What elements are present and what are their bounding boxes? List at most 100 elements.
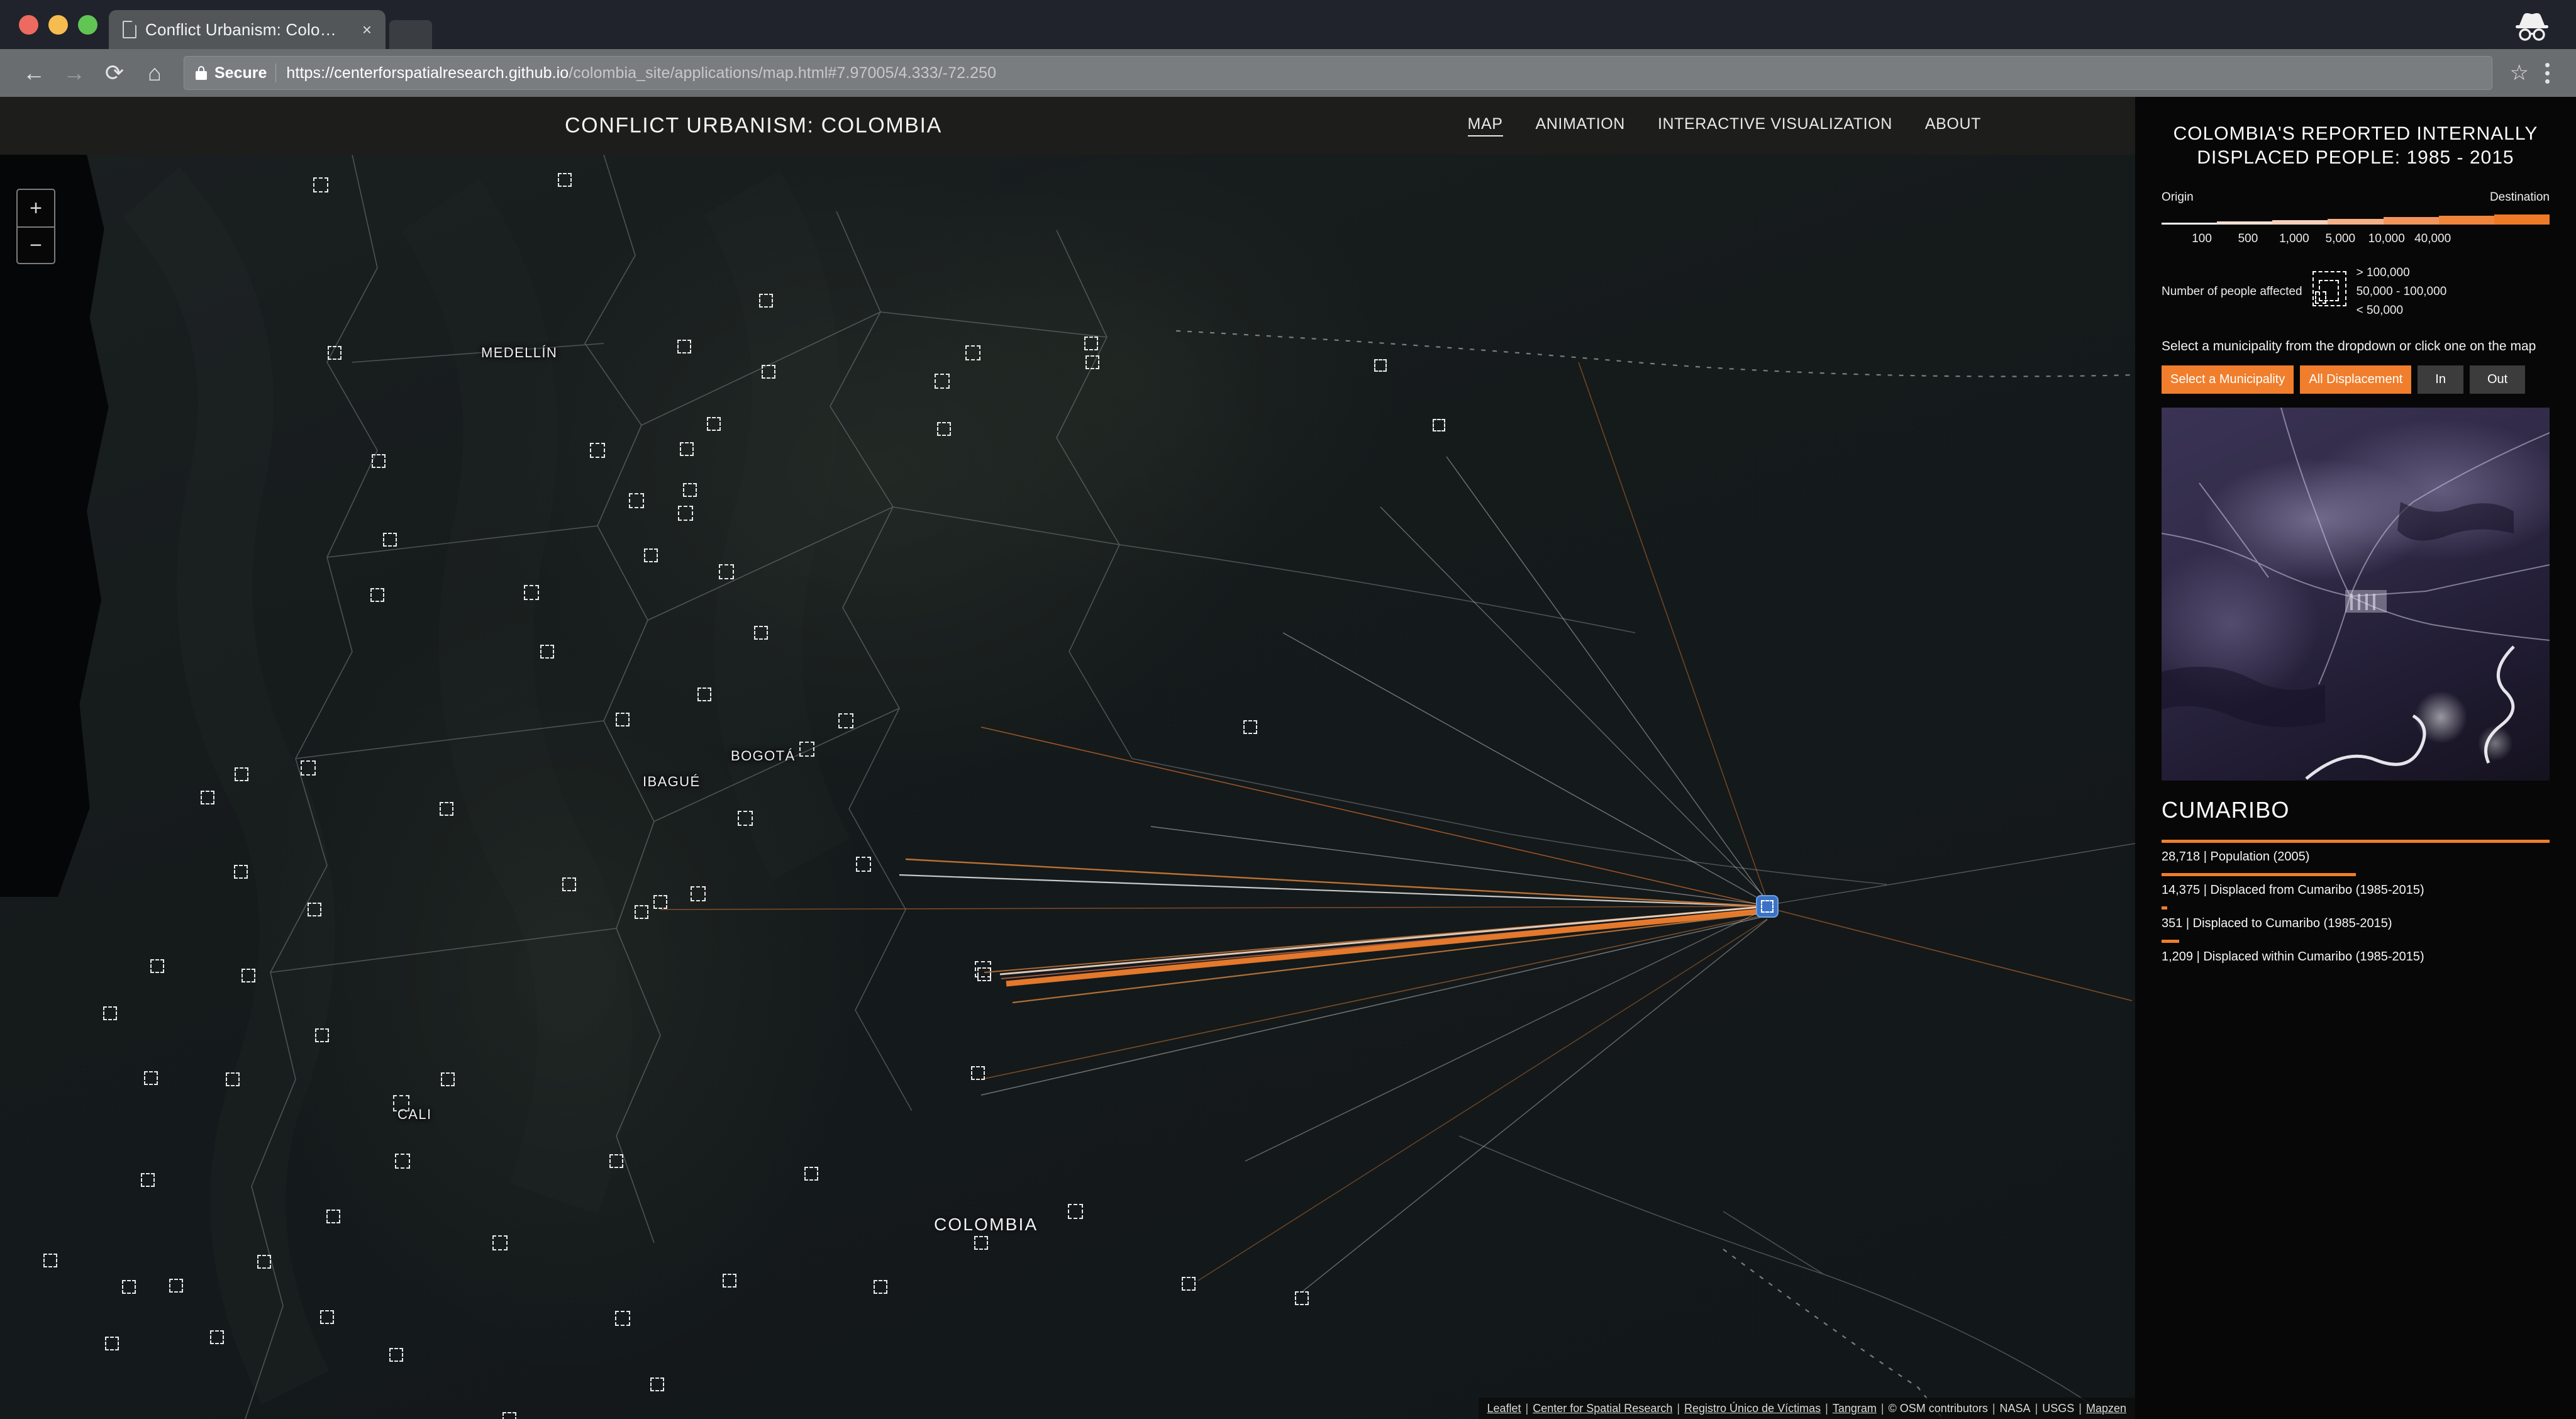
municipality-marker[interactable] xyxy=(759,294,773,308)
municipality-marker[interactable] xyxy=(937,422,951,436)
municipality-marker[interactable] xyxy=(242,969,255,982)
municipality-marker[interactable] xyxy=(328,346,341,360)
municipality-marker[interactable] xyxy=(644,548,658,562)
map-zoom-controls[interactable]: + − xyxy=(16,189,55,264)
close-window-button[interactable] xyxy=(19,14,38,35)
new-tab-button[interactable] xyxy=(389,20,432,49)
nav-item-interactive-visualization[interactable]: INTERACTIVE VISUALIZATION xyxy=(1658,115,1892,136)
municipality-marker[interactable] xyxy=(1433,419,1445,431)
municipality-marker[interactable] xyxy=(653,895,667,909)
municipality-marker[interactable] xyxy=(754,626,768,640)
municipality-marker[interactable] xyxy=(677,340,691,353)
attribution-link-leaflet[interactable]: Leaflet xyxy=(1487,1402,1521,1415)
municipality-marker[interactable] xyxy=(150,959,164,973)
municipality-marker[interactable] xyxy=(635,905,648,919)
minimize-window-button[interactable] xyxy=(48,14,68,35)
municipality-marker[interactable] xyxy=(524,585,539,600)
municipality-marker[interactable] xyxy=(971,1066,985,1080)
address-bar[interactable]: Secure https://centerforspatialresearch.… xyxy=(184,56,2492,90)
municipality-marker[interactable] xyxy=(315,1028,329,1042)
municipality-marker[interactable] xyxy=(440,802,453,816)
municipality-marker[interactable] xyxy=(122,1280,136,1294)
zoom-in-button[interactable]: + xyxy=(18,190,54,226)
map-canvas[interactable]: + − MEDELLÍN BOGOTÁ IBAGUÉ CALI COLOMBIA… xyxy=(0,155,2135,1419)
municipality-marker[interactable] xyxy=(1068,1204,1083,1219)
municipality-marker[interactable] xyxy=(965,345,980,360)
municipality-marker[interactable] xyxy=(874,1280,887,1294)
select-municipality-dropdown[interactable]: Select a Municipality xyxy=(2162,365,2294,394)
municipality-marker[interactable] xyxy=(370,588,384,602)
forward-button[interactable]: → xyxy=(54,53,94,93)
municipality-marker[interactable] xyxy=(629,493,644,508)
municipality-marker[interactable] xyxy=(616,713,630,726)
municipality-marker[interactable] xyxy=(590,443,605,458)
municipality-marker[interactable] xyxy=(558,173,572,187)
municipality-marker[interactable] xyxy=(383,533,397,547)
municipality-marker[interactable] xyxy=(738,811,753,826)
municipality-marker[interactable] xyxy=(301,760,316,776)
municipality-marker[interactable] xyxy=(678,506,693,521)
municipality-marker[interactable] xyxy=(1085,355,1099,369)
municipality-marker[interactable] xyxy=(974,1236,988,1250)
displacement-in-button[interactable]: In xyxy=(2418,365,2463,394)
attribution-link-tangram[interactable]: Tangram xyxy=(1833,1402,1877,1415)
municipality-marker[interactable] xyxy=(1374,359,1387,372)
municipality-marker[interactable] xyxy=(502,1412,516,1419)
municipality-marker[interactable] xyxy=(320,1310,334,1324)
maximize-window-button[interactable] xyxy=(78,14,97,35)
reload-button[interactable]: ⟳ xyxy=(94,53,135,93)
municipality-marker[interactable] xyxy=(1084,337,1098,350)
browser-menu-icon[interactable] xyxy=(2540,62,2562,84)
municipality-marker[interactable] xyxy=(141,1173,155,1187)
municipality-marker[interactable] xyxy=(169,1279,183,1293)
municipality-marker[interactable] xyxy=(257,1255,271,1269)
municipality-marker[interactable] xyxy=(799,742,814,757)
zoom-out-button[interactable]: − xyxy=(18,226,54,263)
municipality-marker[interactable] xyxy=(691,886,706,901)
municipality-marker[interactable] xyxy=(234,865,248,879)
municipality-marker[interactable] xyxy=(540,645,554,659)
bookmark-star-icon[interactable]: ☆ xyxy=(2501,62,2538,84)
municipality-marker[interactable] xyxy=(680,442,694,456)
municipality-marker[interactable] xyxy=(201,791,214,804)
displacement-out-button[interactable]: Out xyxy=(2469,365,2526,394)
municipality-marker[interactable] xyxy=(326,1210,340,1223)
municipality-marker[interactable] xyxy=(313,177,328,192)
municipality-marker[interactable] xyxy=(1243,720,1257,734)
municipality-marker[interactable] xyxy=(105,1337,119,1350)
municipality-marker[interactable] xyxy=(372,454,386,468)
nav-item-about[interactable]: ABOUT xyxy=(1925,115,1981,136)
municipality-marker[interactable] xyxy=(492,1235,508,1250)
municipality-marker[interactable] xyxy=(707,417,721,431)
municipality-marker[interactable] xyxy=(838,713,853,728)
selected-municipality-marker[interactable] xyxy=(1756,895,1779,918)
municipality-marker[interactable] xyxy=(144,1071,158,1085)
municipality-marker[interactable] xyxy=(43,1254,57,1267)
municipality-marker[interactable] xyxy=(615,1311,630,1326)
attribution-link-mapzen[interactable]: Mapzen xyxy=(2086,1402,2126,1415)
municipality-marker[interactable] xyxy=(650,1377,664,1391)
municipality-marker[interactable] xyxy=(697,687,711,701)
municipality-marker[interactable] xyxy=(723,1274,736,1288)
municipality-marker[interactable] xyxy=(977,967,991,981)
municipality-marker[interactable] xyxy=(389,1348,403,1362)
all-displacement-button[interactable]: All Displacement xyxy=(2300,365,2412,394)
municipality-marker[interactable] xyxy=(103,1006,117,1020)
close-tab-icon[interactable]: × xyxy=(358,19,375,40)
municipality-marker[interactable] xyxy=(935,374,950,389)
nav-item-map[interactable]: MAP xyxy=(1467,115,1503,136)
municipality-marker[interactable] xyxy=(762,365,775,379)
municipality-marker[interactable] xyxy=(856,857,871,872)
nav-item-animation[interactable]: ANIMATION xyxy=(1536,115,1625,136)
municipality-marker[interactable] xyxy=(562,877,576,891)
attribution-link-csr[interactable]: Center for Spatial Research xyxy=(1533,1402,1672,1415)
municipality-marker[interactable] xyxy=(226,1072,240,1086)
attribution-link-ruv[interactable]: Registro Único de Víctimas xyxy=(1684,1402,1821,1415)
municipality-marker[interactable] xyxy=(719,564,734,579)
browser-tab[interactable]: Conflict Urbanism: Colombia × xyxy=(109,10,386,49)
home-button[interactable]: ⌂ xyxy=(135,53,175,93)
municipality-marker[interactable] xyxy=(683,483,697,497)
back-button[interactable]: ← xyxy=(14,53,54,93)
municipality-marker[interactable] xyxy=(441,1072,455,1086)
municipality-marker[interactable] xyxy=(1182,1277,1196,1291)
